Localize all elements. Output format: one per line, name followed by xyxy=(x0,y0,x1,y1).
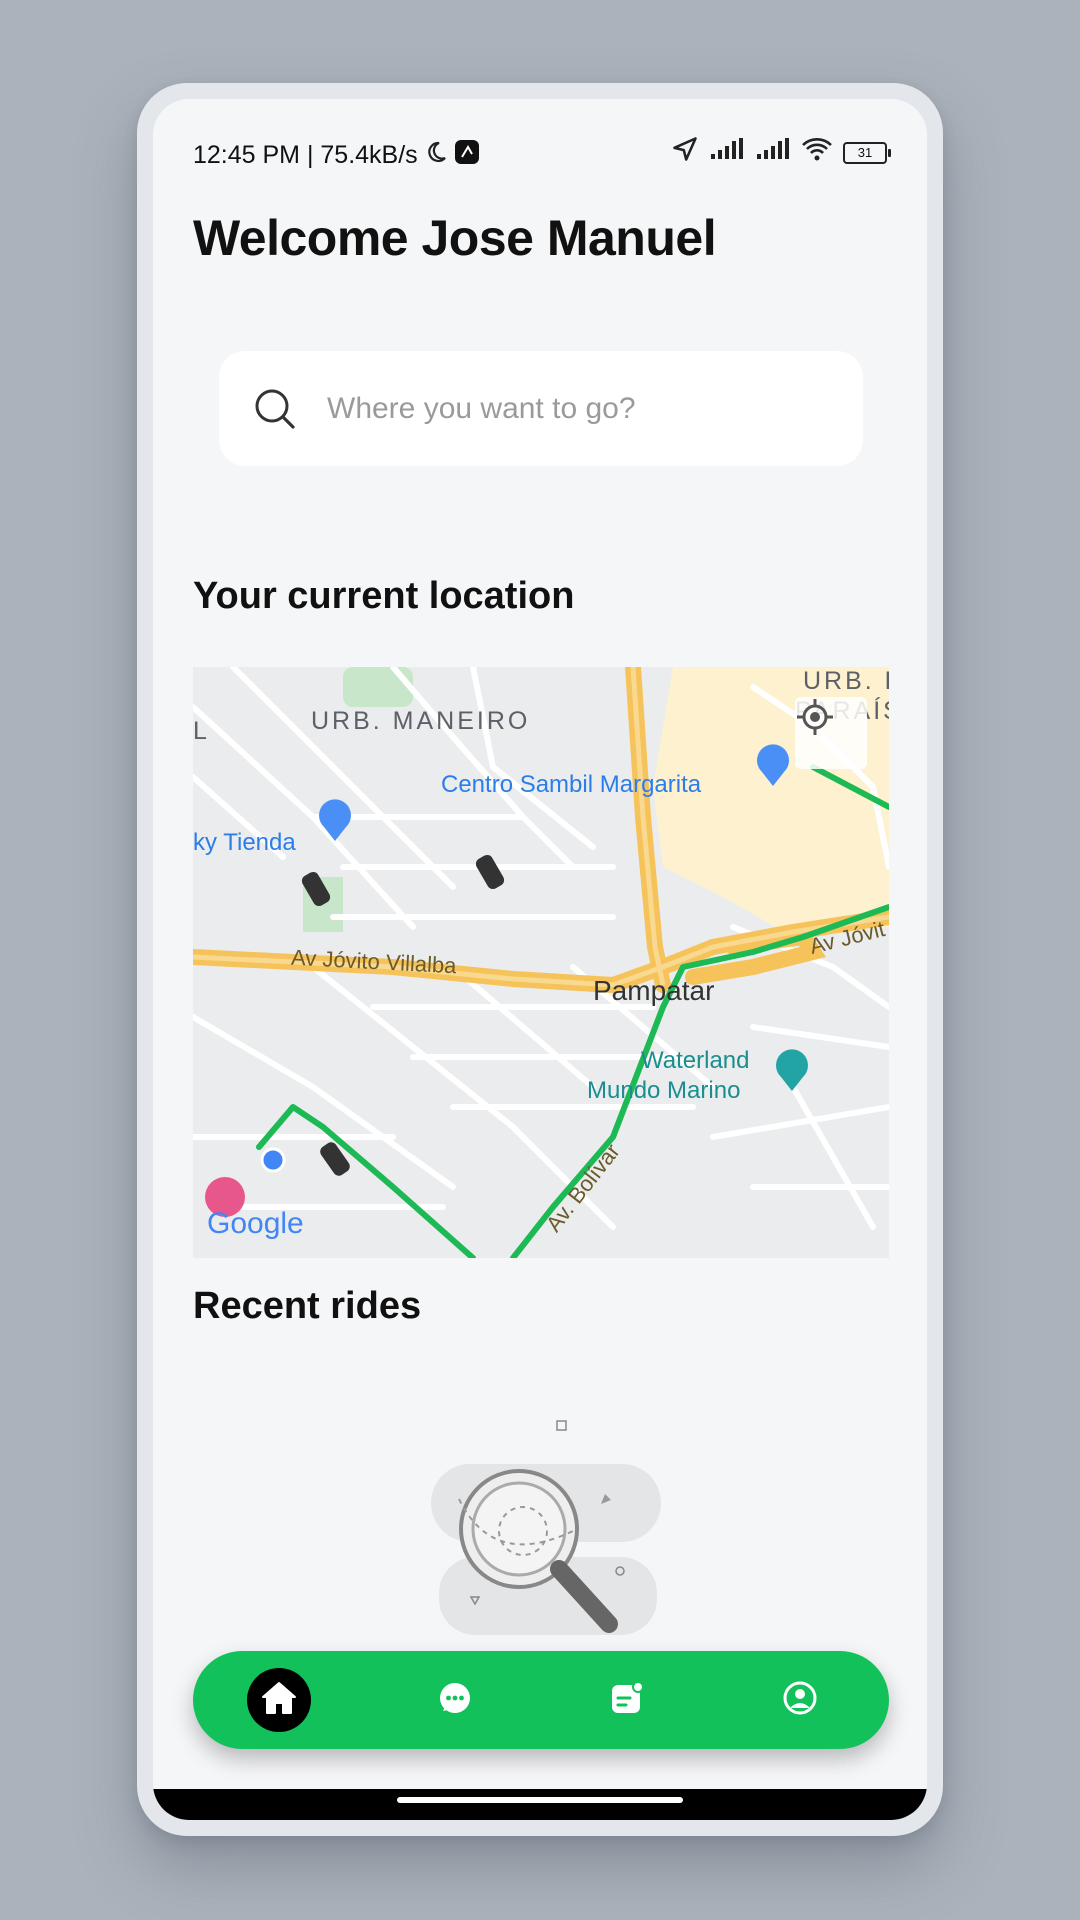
profile-icon xyxy=(782,1680,818,1721)
battery-icon: 31 xyxy=(843,141,891,164)
google-logo: Google xyxy=(207,1207,304,1240)
phone-frame: 12:45 PM | 75.4kB/s 31 Welcome Jose Manu… xyxy=(137,83,943,1836)
nav-profile[interactable] xyxy=(770,1651,830,1749)
map-label-centro-sambil[interactable]: Centro Sambil Margarita xyxy=(441,771,701,799)
map-label-edge: L xyxy=(193,717,210,745)
nav-home[interactable] xyxy=(247,1651,311,1749)
home-icon xyxy=(260,1680,298,1721)
nav-notes[interactable] xyxy=(597,1651,657,1749)
current-location-heading: Your current location xyxy=(193,575,575,617)
status-bar: 12:45 PM | 75.4kB/s 31 xyxy=(153,99,927,179)
signal-icon-2 xyxy=(755,138,791,167)
status-time-speed: 12:45 PM | 75.4kB/s xyxy=(193,141,418,169)
signal-icon xyxy=(709,138,745,167)
bottom-nav xyxy=(193,1651,889,1749)
map-label-urb-paraiso: URB. E xyxy=(803,667,889,695)
location-arrow-icon xyxy=(671,135,699,170)
search-bar[interactable] xyxy=(219,351,863,466)
map-label-mundo-marino[interactable]: Mundo Marino xyxy=(587,1077,740,1105)
home-indicator[interactable] xyxy=(397,1797,683,1803)
map-label-urb-maneiro: URB. MANEIRO xyxy=(311,707,531,735)
recent-rides-heading: Recent rides xyxy=(193,1285,422,1327)
search-icon xyxy=(253,387,297,431)
app-screen: 12:45 PM | 75.4kB/s 31 Welcome Jose Manu… xyxy=(153,99,927,1820)
empty-search-illustration xyxy=(423,1419,663,1639)
map-view[interactable]: URB. MANEIRO URB. E PARAÍS L Centro Samb… xyxy=(193,667,889,1258)
map-label-tienda[interactable]: ky Tienda xyxy=(193,829,296,857)
nav-chat[interactable] xyxy=(425,1651,485,1749)
map-label-pampatar: Pampatar xyxy=(593,975,715,1006)
app-notification-icon xyxy=(454,139,480,172)
moon-icon xyxy=(424,140,448,171)
map-label-waterland[interactable]: Waterland xyxy=(641,1047,750,1075)
chat-icon xyxy=(438,1681,472,1720)
my-location-button[interactable] xyxy=(795,697,867,769)
search-input[interactable] xyxy=(325,390,809,427)
page-title: Welcome Jose Manuel xyxy=(193,210,717,266)
system-gesture-bar xyxy=(153,1789,927,1820)
wifi-icon xyxy=(801,136,833,169)
notes-icon xyxy=(610,1680,644,1720)
